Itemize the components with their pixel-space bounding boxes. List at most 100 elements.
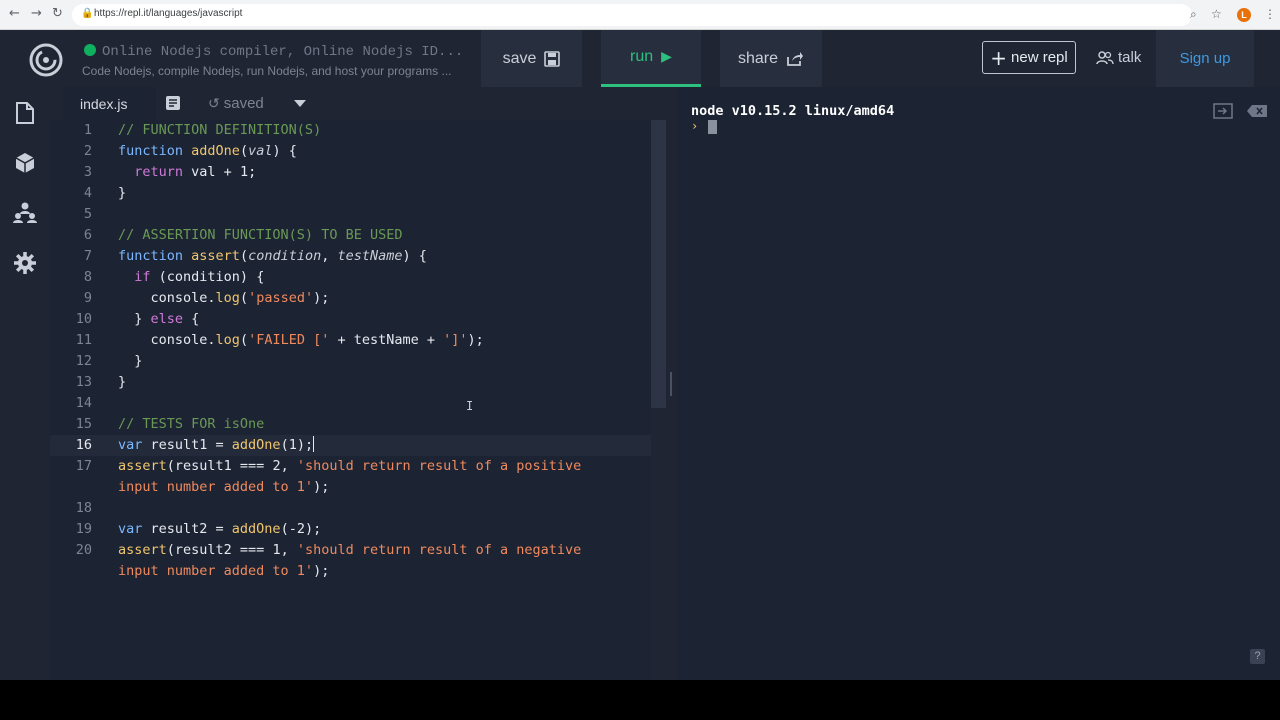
- code-line[interactable]: 11 console.log('FAILED [' + testName + '…: [50, 330, 666, 351]
- save-button[interactable]: save: [481, 30, 582, 87]
- files-icon[interactable]: [13, 101, 37, 125]
- line-number: 18: [75, 500, 92, 516]
- line-number: 9: [83, 290, 92, 306]
- repl-description[interactable]: Code Nodejs, compile Nodejs, run Nodejs,…: [82, 64, 452, 78]
- code-line[interactable]: 4}: [50, 183, 666, 204]
- line-code: console.log('FAILED [' + testName + ']')…: [118, 332, 484, 348]
- saved-status[interactable]: ↺ saved: [208, 95, 264, 112]
- line-number: 17: [75, 458, 92, 474]
- console-prompt: ›: [691, 119, 699, 133]
- code-line[interactable]: input number added to 1');: [50, 561, 666, 582]
- nodejs-icon: [84, 44, 96, 56]
- browser-toolbar: ← → ↻ 🔒 https://repl.it/languages/javasc…: [0, 0, 1280, 30]
- pane-divider[interactable]: [666, 87, 677, 680]
- divider-drag-handle[interactable]: [670, 372, 672, 396]
- line-code: }: [118, 353, 143, 369]
- profile-avatar[interactable]: L: [1237, 8, 1251, 22]
- document-icon[interactable]: [166, 96, 180, 110]
- code-line[interactable]: 20 assert(result2 === 1, 'should return r…: [50, 540, 666, 561]
- line-code: }: [118, 374, 127, 390]
- repl-title[interactable]: Online Nodejs compiler, Online Nodejs ID…: [84, 44, 463, 60]
- code-area[interactable]: 1 // FUNCTION DEFINITION(S) 2 function addO…: [50, 120, 666, 680]
- back-icon[interactable]: ←: [9, 6, 20, 21]
- line-code: } else {: [118, 311, 200, 327]
- line-code: assert(result1 === 2, 'should return res…: [118, 458, 582, 474]
- line-number: 20: [75, 542, 92, 558]
- line-code: var result2 = addOne(-2);: [118, 521, 322, 537]
- line-number: 16: [75, 437, 92, 453]
- bookmark-star-icon[interactable]: ☆: [1211, 7, 1222, 21]
- line-number: 11: [75, 332, 92, 348]
- share-button[interactable]: share: [720, 30, 822, 87]
- play-icon: ▶: [661, 49, 672, 65]
- editor-scroll-thumb[interactable]: [651, 120, 666, 408]
- new-repl-button[interactable]: + new repl: [982, 41, 1076, 74]
- code-line[interactable]: 14: [50, 393, 666, 414]
- code-line[interactable]: 9 console.log('passed');: [50, 288, 666, 309]
- line-code: function assert(condition, testName) {: [118, 248, 427, 264]
- code-line[interactable]: 1 // FUNCTION DEFINITION(S): [50, 120, 666, 141]
- line-code: // FUNCTION DEFINITION(S): [118, 122, 322, 138]
- zoom-icon[interactable]: ⌕: [1190, 7, 1197, 22]
- editor-scrollbar[interactable]: [651, 120, 666, 680]
- plus-icon: +: [990, 45, 1008, 70]
- line-code: var result1 = addOne(1);: [118, 436, 315, 453]
- lock-icon: 🔒: [81, 8, 94, 19]
- line-number: 4: [83, 185, 92, 201]
- multiplayer-icon[interactable]: [13, 201, 37, 225]
- clear-console-icon[interactable]: [1247, 105, 1267, 117]
- code-line[interactable]: 15 // TESTS FOR isOne: [50, 414, 666, 435]
- line-number: 8: [83, 269, 92, 285]
- people-icon: [1096, 50, 1114, 64]
- browser-menu-icon[interactable]: ⋮: [1264, 7, 1276, 21]
- chevron-down-icon[interactable]: [294, 100, 306, 107]
- code-line[interactable]: 2 function addOne(val) {: [50, 141, 666, 162]
- code-line[interactable]: 13}: [50, 372, 666, 393]
- line-number: 14: [75, 395, 92, 411]
- code-line[interactable]: 3 return val + 1;: [50, 162, 666, 183]
- code-line[interactable]: 8 if (condition) {: [50, 267, 666, 288]
- mouse-text-cursor-icon: I: [466, 399, 474, 413]
- line-code: input number added to 1');: [118, 479, 330, 495]
- line-number: 19: [75, 521, 92, 537]
- url-text: https://repl.it/languages/javascript: [94, 8, 243, 19]
- code-line[interactable]: 6 // ASSERTION FUNCTION(S) TO BE USED: [50, 225, 666, 246]
- sign-up-button[interactable]: Sign up: [1156, 30, 1254, 87]
- talk-button[interactable]: talk: [1096, 41, 1141, 74]
- code-editor[interactable]: index.js ↺ saved 1 // FUNCTION DEFINITION(…: [50, 87, 666, 680]
- app-header: Online Nodejs compiler, Online Nodejs ID…: [0, 30, 1280, 87]
- code-line[interactable]: 5: [50, 204, 666, 225]
- reload-icon[interactable]: ↻: [52, 6, 63, 21]
- expand-console-icon[interactable]: [1213, 103, 1233, 119]
- settings-gear-icon[interactable]: [13, 251, 37, 275]
- code-line[interactable]: 7 function assert(condition, testName) {: [50, 246, 666, 267]
- code-line[interactable]: 17 assert(result1 === 2, 'should return r…: [50, 456, 666, 477]
- sidebar: [0, 87, 50, 680]
- save-disk-icon: [544, 50, 561, 67]
- line-code: if (condition) {: [134, 269, 265, 285]
- history-icon: ↺: [208, 96, 220, 112]
- code-line[interactable]: 16 var result1 = addOne(1);: [50, 435, 666, 456]
- code-line[interactable]: 18: [50, 498, 666, 519]
- line-code: input number added to 1');: [118, 563, 330, 579]
- line-number: 10: [75, 311, 92, 327]
- code-line[interactable]: 12 }: [50, 351, 666, 372]
- file-tab-bar: index.js ↺ saved: [50, 87, 666, 120]
- replit-logo-icon[interactable]: [28, 42, 64, 78]
- code-line[interactable]: 19 var result2 = addOne(-2);: [50, 519, 666, 540]
- packages-cube-icon[interactable]: [13, 151, 37, 175]
- address-bar[interactable]: 🔒 https://repl.it/languages/javascript: [72, 4, 1192, 26]
- tab-index-js[interactable]: index.js: [62, 87, 156, 120]
- line-code: // TESTS FOR isOne: [118, 416, 265, 432]
- code-line[interactable]: 10 } else {: [50, 309, 666, 330]
- line-code: // ASSERTION FUNCTION(S) TO BE USED: [118, 227, 403, 243]
- help-button[interactable]: ?: [1250, 649, 1265, 664]
- forward-icon[interactable]: →: [31, 6, 42, 21]
- console[interactable]: node v10.15.2 linux/amd64 › ?: [677, 87, 1280, 680]
- line-number: 7: [83, 248, 92, 264]
- line-number: 15: [75, 416, 92, 432]
- line-number: 6: [83, 227, 92, 243]
- run-button[interactable]: run ▶: [601, 30, 701, 87]
- code-line[interactable]: input number added to 1');: [50, 477, 666, 498]
- line-code: function addOne(val) {: [118, 143, 297, 159]
